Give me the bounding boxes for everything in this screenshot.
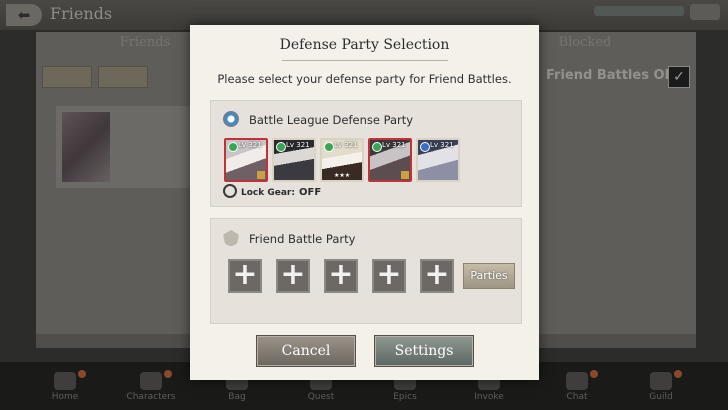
hero-slot-4[interactable]: Lv 321 (368, 138, 412, 182)
plus-icon: + (280, 257, 306, 292)
element-icon (324, 142, 334, 152)
dialog-title: Defense Party Selection (279, 37, 450, 53)
hero-level: Lv 321 (382, 141, 406, 149)
hero-level: Lv 321 (238, 141, 262, 149)
add-hero-slot-2[interactable]: + (276, 259, 310, 293)
rank-badge-icon (257, 171, 265, 179)
title-divider (282, 60, 448, 61)
plus-icon: + (328, 257, 354, 292)
rank-badge-icon (401, 171, 409, 179)
battle-league-section: Battle League Defense Party Lv 321 Lv 32… (210, 100, 522, 207)
settings-button[interactable]: Settings (374, 335, 474, 367)
league-section-title: Battle League Defense Party (249, 113, 414, 127)
league-emblem-icon (223, 111, 239, 127)
plus-icon: + (232, 257, 258, 292)
lock-gear-status: Lock Gear: OFF (223, 184, 321, 198)
parties-button[interactable]: Parties (463, 263, 515, 289)
hero-level: Lv 321 (334, 141, 358, 149)
hero-slot-2[interactable]: Lv 321 (272, 138, 316, 182)
element-icon (228, 142, 238, 152)
add-hero-slot-3[interactable]: + (324, 259, 358, 293)
plus-icon: + (376, 257, 402, 292)
element-icon (276, 142, 286, 152)
dialog-message: Please select your defense party for Fri… (217, 72, 512, 86)
add-hero-slot-5[interactable]: + (420, 259, 454, 293)
plus-icon: + (424, 257, 450, 292)
friend-battle-emblem-icon (223, 230, 239, 246)
element-icon (372, 142, 382, 152)
hero-level: Lv 321 (286, 141, 310, 149)
add-hero-slot-1[interactable]: + (228, 259, 262, 293)
friend-section-title: Friend Battle Party (249, 232, 356, 246)
hero-stars: ★★★ (334, 172, 351, 179)
lock-gear-icon (223, 184, 237, 198)
hero-slot-3[interactable]: Lv 321 ★★★ (320, 138, 364, 182)
hero-slot-5[interactable]: Lv 321 (416, 138, 460, 182)
hero-level: Lv 321 (430, 141, 454, 149)
friend-battle-section: Friend Battle Party + + + + + Parties (210, 218, 522, 324)
hero-slot-1[interactable]: Lv 321 (224, 138, 268, 182)
defense-party-dialog: Defense Party Selection Please select yo… (190, 25, 539, 380)
add-hero-slot-4[interactable]: + (372, 259, 406, 293)
cancel-button[interactable]: Cancel (256, 335, 356, 367)
lock-gear-value: OFF (298, 187, 322, 198)
element-icon (420, 142, 430, 152)
lock-gear-label: Lock Gear: (241, 188, 295, 198)
